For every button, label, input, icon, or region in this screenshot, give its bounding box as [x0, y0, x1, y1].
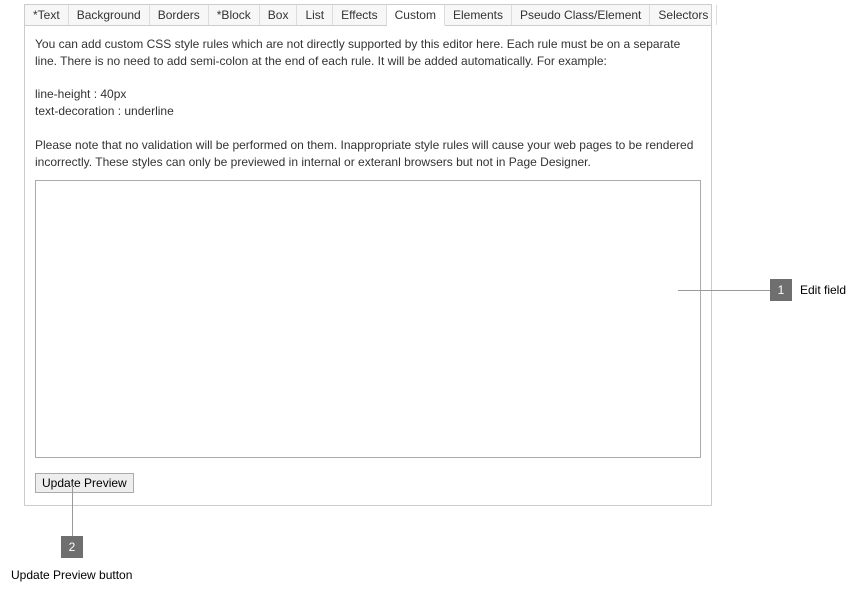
tab-pseudo[interactable]: Pseudo Class/Element [512, 5, 650, 25]
callout-connector-1 [678, 290, 770, 291]
callout-marker-1: 1 [770, 279, 792, 301]
callout-connector-2 [72, 486, 73, 536]
tab-list[interactable]: List [297, 5, 333, 25]
tab-background[interactable]: Background [69, 5, 150, 25]
callout-label-1: Edit field [800, 283, 846, 297]
callout-marker-2: 2 [61, 536, 83, 558]
tab-custom[interactable]: Custom [387, 5, 445, 26]
tab-block[interactable]: *Block [209, 5, 260, 25]
instructions-text: You can add custom CSS style rules which… [35, 36, 701, 170]
tab-effects[interactable]: Effects [333, 5, 386, 25]
tab-selectors[interactable]: Selectors [650, 5, 717, 25]
tab-text[interactable]: *Text [25, 5, 69, 25]
tab-elements[interactable]: Elements [445, 5, 512, 25]
content-area: You can add custom CSS style rules which… [25, 26, 711, 505]
tab-box[interactable]: Box [260, 5, 298, 25]
callout-label-2: Update Preview button [11, 568, 132, 582]
tab-borders[interactable]: Borders [150, 5, 209, 25]
tab-bar: *Text Background Borders *Block Box List… [25, 5, 711, 26]
custom-css-panel: *Text Background Borders *Block Box List… [24, 4, 712, 506]
custom-css-input[interactable] [35, 180, 701, 458]
update-preview-button[interactable]: Update Preview [35, 473, 134, 493]
